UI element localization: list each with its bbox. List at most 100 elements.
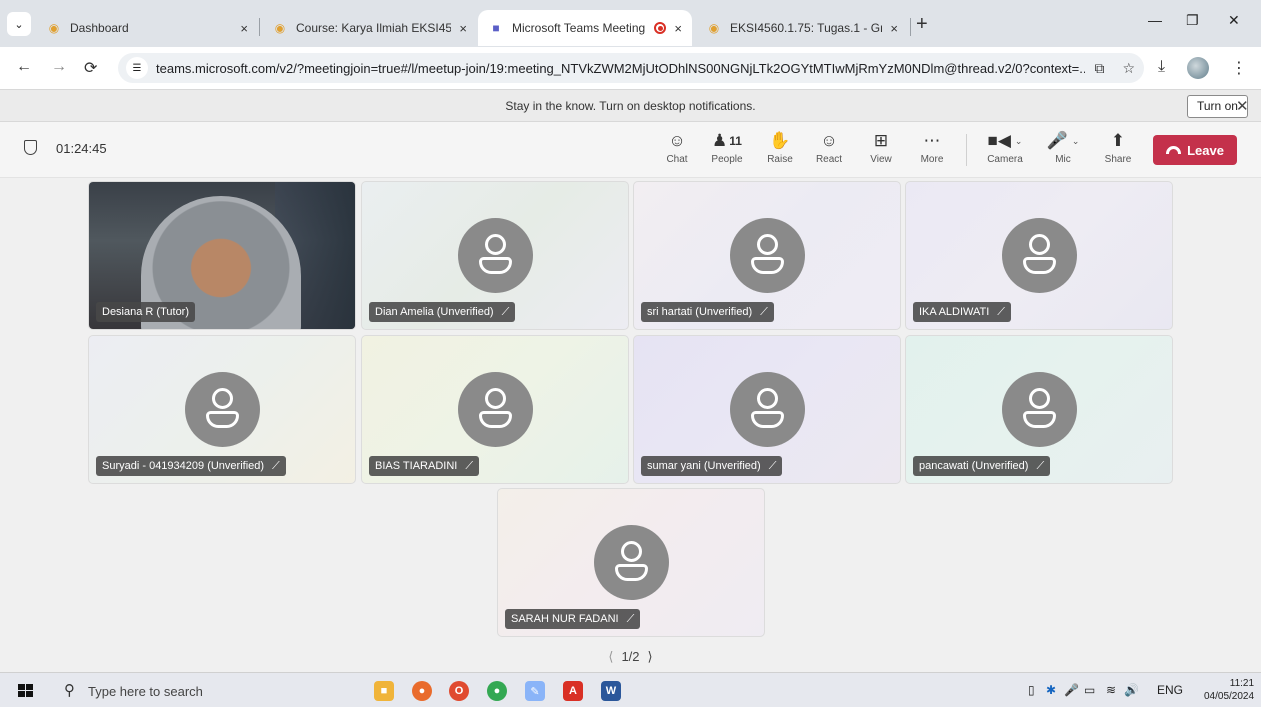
tab-search-button[interactable]: ⌄: [7, 12, 31, 36]
close-window-icon[interactable]: ✕: [1228, 12, 1240, 29]
chat-label: Chat: [666, 154, 688, 165]
tab-grading[interactable]: ◉ EKSI4560.1.75: Tugas.1 - Gradin ×: [696, 10, 908, 46]
browser-tab-strip: ⌄ ◉ Dashboard × ◉ Course: Karya Ilmiah E…: [0, 0, 1261, 47]
participant-tile[interactable]: IKA ALDIWATI ⟋: [905, 181, 1173, 330]
shield-icon: [24, 140, 37, 155]
camera-button[interactable]: ■◀ ⌄ Camera: [978, 130, 1032, 165]
bluetooth-icon[interactable]: ✱: [1046, 683, 1056, 697]
tab-dashboard[interactable]: ◉ Dashboard ×: [36, 10, 258, 46]
teams-favicon-icon: ■: [492, 21, 500, 35]
download-icon[interactable]: ⤓: [1158, 58, 1165, 76]
avatar-icon: [457, 371, 533, 447]
firefox-icon[interactable]: ●: [412, 681, 432, 701]
participant-name-tag: BIAS TIARADINI ⟋: [369, 456, 480, 476]
address-bar[interactable]: ☰ teams.microsoft.com/v2/?meetingjoin=tr…: [118, 53, 1144, 83]
chevron-down-icon[interactable]: ⌄: [1072, 130, 1080, 152]
clock-date: 04/05/2024: [1204, 691, 1255, 702]
tab-teams-meeting[interactable]: ■ Microsoft Teams Meeting | M ×: [478, 10, 692, 46]
more-button[interactable]: ⋯ More: [910, 130, 954, 165]
participant-tile[interactable]: sumar yani (Unverified) ⟋: [633, 335, 901, 484]
volume-icon[interactable]: 🔊: [1124, 683, 1139, 697]
participant-tile-video[interactable]: Desiana R (Tutor): [88, 181, 356, 330]
tab-close-icon[interactable]: ×: [674, 21, 682, 36]
reload-icon[interactable]: ⟳: [84, 58, 97, 78]
share-button[interactable]: ⬆ Share: [1096, 130, 1140, 165]
taskbar-clock[interactable]: 11:21 04/05/2024: [1204, 677, 1254, 703]
windows-taskbar: ⚲ Type here to search ■ ● O ● ✎ A W ▯ ✱ …: [0, 672, 1261, 707]
tab-divider: [910, 18, 911, 36]
participant-tile[interactable]: Dian Amelia (Unverified) ⟋: [361, 181, 629, 330]
bookmark-star-icon[interactable]: ☆: [1122, 60, 1135, 77]
share-label: Share: [1104, 154, 1132, 165]
microphone-icon: 🎤: [1046, 131, 1068, 150]
tab-course[interactable]: ◉ Course: Karya Ilmiah EKSI4560.1 ×: [262, 10, 477, 46]
open-in-app-icon[interactable]: ⧉: [1094, 60, 1104, 77]
site-info-icon[interactable]: ☰: [126, 57, 148, 79]
tab-close-icon[interactable]: ×: [890, 21, 898, 36]
moodle-favicon-icon: ◉: [48, 21, 60, 35]
opera-icon[interactable]: O: [449, 681, 469, 701]
participant-name-tag: IKA ALDIWATI ⟋: [913, 302, 1011, 322]
profile-avatar[interactable]: [1187, 57, 1209, 79]
people-icon: ♟: [712, 131, 728, 150]
acrobat-icon[interactable]: A: [563, 681, 583, 701]
participant-tile[interactable]: SARAH NUR FADANI ⟋: [497, 488, 765, 637]
participant-name-tag: Dian Amelia (Unverified) ⟋: [369, 302, 516, 322]
share-screen-icon: ⬆: [1110, 131, 1126, 150]
people-button[interactable]: ♟ 11 People: [702, 130, 752, 165]
gallery-pager: ⟨ 1/2 ⟩: [0, 649, 1261, 665]
windows-start-icon[interactable]: [18, 684, 33, 697]
back-icon[interactable]: ←: [16, 58, 32, 76]
new-tab-button[interactable]: +: [916, 13, 928, 36]
notification-bar: Stay in the know. Turn on desktop notifi…: [0, 89, 1261, 122]
mic-label: Mic: [1055, 154, 1071, 165]
smiley-icon: ☺: [820, 131, 838, 150]
participant-tile[interactable]: Suryadi - 041934209 (Unverified) ⟋: [88, 335, 356, 484]
chevron-right-icon[interactable]: ⟩: [648, 649, 653, 664]
mic-off-icon: ⟋: [465, 460, 474, 472]
grid-icon: ⊞: [873, 131, 889, 150]
participant-tile[interactable]: sri hartati (Unverified) ⟋: [633, 181, 901, 330]
react-button[interactable]: ☺ React: [807, 130, 851, 165]
notification-text: Stay in the know. Turn on desktop notifi…: [505, 99, 756, 113]
forward-icon[interactable]: →: [51, 58, 67, 76]
microphone-icon[interactable]: 🎤: [1064, 683, 1079, 697]
mic-off-icon: ⟋: [768, 460, 777, 472]
search-icon[interactable]: ⚲: [64, 681, 75, 699]
tab-close-icon[interactable]: ×: [240, 21, 248, 36]
tab-close-icon[interactable]: ×: [459, 21, 467, 36]
raise-hand-button[interactable]: ✋ Raise: [758, 130, 802, 165]
participant-name: IKA ALDIWATI: [919, 306, 990, 318]
avatar-icon: [729, 217, 805, 293]
chrome-icon[interactable]: ●: [487, 681, 507, 701]
minimize-icon[interactable]: —: [1148, 12, 1162, 28]
wifi-icon[interactable]: ≋: [1106, 683, 1116, 697]
participant-tile[interactable]: BIAS TIARADINI ⟋: [361, 335, 629, 484]
restore-icon[interactable]: ❐: [1186, 12, 1199, 29]
participant-name-tag: pancawati (Unverified) ⟋: [913, 456, 1051, 476]
kebab-menu-icon[interactable]: ⋮: [1231, 58, 1247, 78]
chevron-left-icon[interactable]: ⟨: [608, 649, 613, 664]
raise-label: Raise: [767, 154, 793, 165]
close-icon[interactable]: ✕: [1236, 97, 1249, 115]
tab-title: Microsoft Teams Meeting | M: [512, 21, 648, 35]
usb-drive-icon[interactable]: ▯: [1028, 683, 1035, 697]
chat-button[interactable]: ☺ Chat: [655, 130, 699, 165]
mic-off-icon: ⟋: [997, 306, 1005, 318]
tab-title: EKSI4560.1.75: Tugas.1 - Gradin: [730, 21, 883, 35]
chevron-down-icon[interactable]: ⌄: [1015, 130, 1023, 152]
taskbar-search-input[interactable]: Type here to search: [88, 684, 203, 699]
url-text[interactable]: teams.microsoft.com/v2/?meetingjoin=true…: [156, 61, 1085, 76]
participant-tile[interactable]: pancawati (Unverified) ⟋: [905, 335, 1173, 484]
meeting-timer: 01:24:45: [56, 141, 107, 156]
paint-icon[interactable]: ✎: [525, 681, 545, 701]
word-icon[interactable]: W: [601, 681, 621, 701]
language-indicator[interactable]: ENG: [1157, 683, 1183, 697]
mic-button[interactable]: 🎤 ⌄ Mic: [1038, 130, 1088, 165]
view-button[interactable]: ⊞ View: [859, 130, 903, 165]
file-explorer-icon[interactable]: ■: [374, 681, 394, 701]
battery-icon[interactable]: ▭: [1084, 683, 1095, 697]
leave-button[interactable]: Leave: [1153, 135, 1237, 165]
avatar-icon: [729, 371, 805, 447]
participant-name: sri hartati (Unverified): [647, 306, 753, 318]
